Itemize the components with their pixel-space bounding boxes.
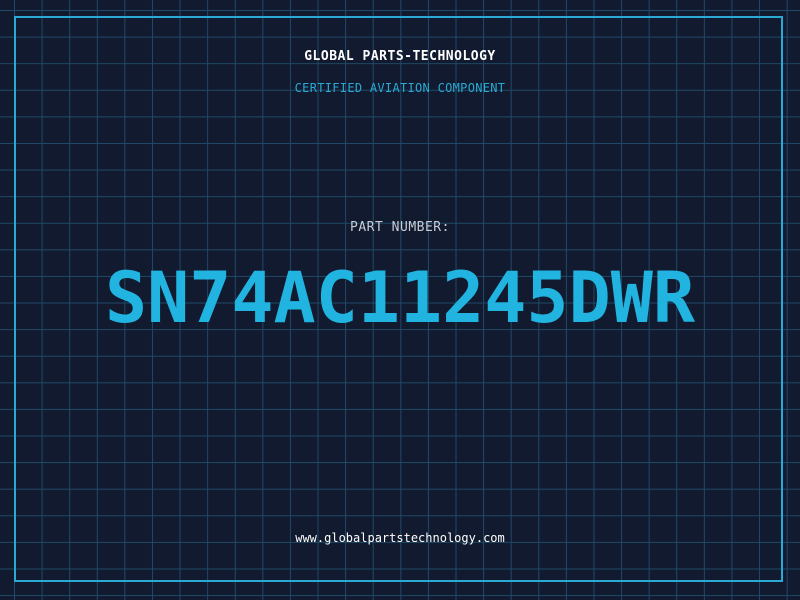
part-number-label: PART NUMBER: — [350, 220, 450, 235]
certification-tagline: CERTIFIED AVIATION COMPONENT — [294, 81, 506, 95]
part-number-value: SN74AC11245DWR — [104, 257, 695, 339]
website-url: www.globalpartstechnology.com — [295, 531, 505, 545]
part-label-card: GLOBAL PARTS-TECHNOLOGY CERTIFIED AVIATI… — [0, 0, 800, 600]
company-name: GLOBAL PARTS-TECHNOLOGY — [304, 49, 496, 64]
